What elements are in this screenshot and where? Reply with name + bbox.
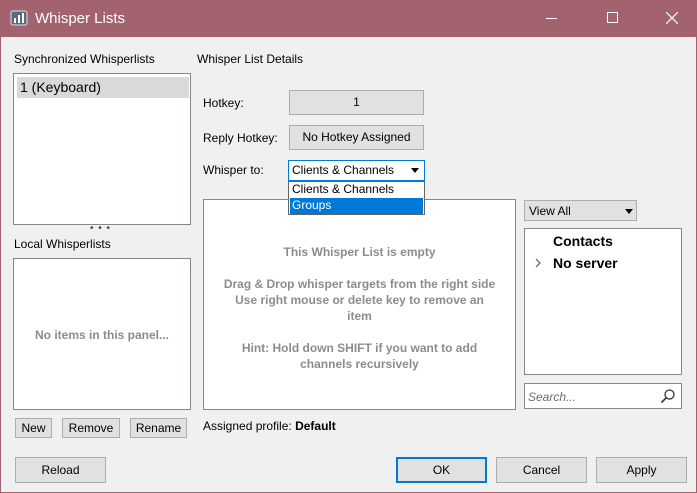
- title-bar[interactable]: Whisper Lists: [0, 0, 697, 37]
- assigned-profile-value: Default: [295, 419, 336, 433]
- chevron-down-icon: [625, 209, 633, 214]
- splitter-handle[interactable]: • • •: [90, 223, 111, 234]
- hint-line: Hint: Hold down SHIFT if you want to add: [241, 341, 478, 355]
- view-filter-value: View All: [529, 204, 571, 218]
- contacts-tree[interactable]: Contacts No server: [524, 228, 682, 375]
- tree-item-no-server[interactable]: No server: [553, 255, 618, 271]
- local-whisperlists-heading: Local Whisperlists: [14, 237, 111, 251]
- dropdown-option-groups[interactable]: Groups: [290, 198, 423, 214]
- details-heading: Whisper List Details: [197, 52, 304, 66]
- list-item[interactable]: 1 (Keyboard): [17, 77, 189, 98]
- search-input[interactable]: [528, 388, 653, 406]
- instruction-line: Use right mouse or delete key to remove …: [235, 293, 484, 307]
- close-icon: [666, 12, 678, 24]
- empty-list-instructions: Drag & Drop whisper targets from the rig…: [204, 276, 515, 324]
- hotkey-button[interactable]: 1: [289, 90, 424, 115]
- remove-button[interactable]: Remove: [62, 418, 120, 438]
- new-button[interactable]: New: [15, 418, 52, 438]
- close-button[interactable]: [649, 0, 695, 37]
- instruction-line: item: [347, 309, 372, 323]
- minimize-button[interactable]: [529, 0, 575, 37]
- whisper-to-value: Clients & Channels: [292, 163, 395, 177]
- reply-hotkey-label: Reply Hotkey:: [203, 131, 278, 145]
- assigned-profile: Assigned profile: Default: [203, 419, 336, 433]
- reply-hotkey-button[interactable]: No Hotkey Assigned: [289, 125, 424, 150]
- synchronized-whisperlists-list[interactable]: 1 (Keyboard): [13, 73, 191, 225]
- chevron-right-icon[interactable]: [535, 258, 542, 268]
- cancel-button[interactable]: Cancel: [496, 457, 587, 483]
- window-title: Whisper Lists: [35, 10, 126, 27]
- whisper-to-dropdown[interactable]: Clients & Channels Groups: [288, 181, 425, 215]
- tree-item-contacts[interactable]: Contacts: [553, 233, 613, 249]
- empty-list-title: This Whisper List is empty: [283, 245, 436, 259]
- ok-button[interactable]: OK: [396, 457, 487, 483]
- assigned-profile-label: Assigned profile:: [203, 419, 292, 433]
- search-field[interactable]: [524, 383, 682, 409]
- search-icon[interactable]: [660, 388, 676, 404]
- chevron-down-icon: [411, 168, 419, 173]
- whisper-to-select[interactable]: Clients & Channels: [288, 160, 425, 181]
- local-whisperlists-list[interactable]: No items in this panel...: [13, 258, 191, 410]
- hotkey-label: Hotkey:: [203, 96, 244, 110]
- empty-panel-message: No items in this panel...: [34, 328, 170, 342]
- instruction-line: Drag & Drop whisper targets from the rig…: [223, 277, 496, 291]
- synchronized-whisperlists-heading: Synchronized Whisperlists: [14, 52, 155, 66]
- hint-line: channels recursively: [300, 357, 419, 371]
- teamspeak-icon: [10, 10, 28, 26]
- reload-button[interactable]: Reload: [15, 457, 106, 483]
- minimize-icon: [546, 18, 557, 19]
- whisper-to-label: Whisper to:: [203, 163, 264, 177]
- maximize-button[interactable]: [589, 0, 635, 37]
- dropdown-option-clients-channels[interactable]: Clients & Channels: [290, 182, 423, 198]
- maximize-icon: [607, 12, 618, 23]
- empty-list-hint: Hint: Hold down SHIFT if you want to add…: [204, 340, 515, 372]
- view-filter-select[interactable]: View All: [524, 200, 637, 221]
- whisper-targets-panel[interactable]: This Whisper List is empty Drag & Drop w…: [203, 199, 516, 410]
- rename-button[interactable]: Rename: [130, 418, 187, 438]
- apply-button[interactable]: Apply: [596, 457, 687, 483]
